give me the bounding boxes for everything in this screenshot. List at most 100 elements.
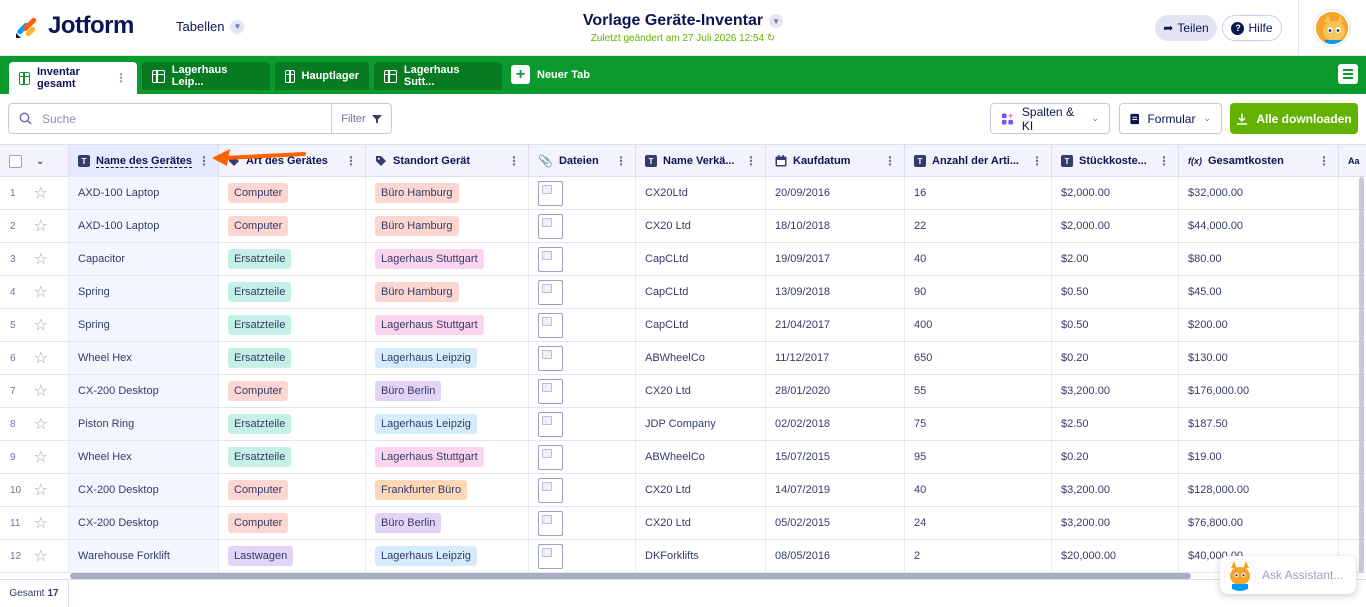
chevron-down-icon[interactable]: ▼: [769, 14, 784, 28]
purchase-date-cell[interactable]: 08/05/2016: [766, 540, 905, 572]
column-options-icon[interactable]: ⋮: [345, 154, 357, 168]
row-number-cell[interactable]: 4 ☆: [0, 276, 69, 308]
location-cell[interactable]: Lagerhaus Leipzig: [366, 408, 529, 440]
broken-image-icon[interactable]: [538, 312, 563, 338]
vendor-cell[interactable]: CX20Ltd: [636, 177, 766, 209]
device-type-cell[interactable]: Ersatzteile: [219, 309, 366, 341]
purchase-date-cell[interactable]: 05/02/2015: [766, 507, 905, 539]
columns-ai-button[interactable]: Spalten & KI ⌄: [990, 103, 1110, 134]
location-cell[interactable]: Büro Hamburg: [366, 276, 529, 308]
star-icon[interactable]: ☆: [34, 447, 48, 467]
vendor-cell[interactable]: ABWheelCo: [636, 441, 766, 473]
unit-cost-cell[interactable]: $2.50: [1052, 408, 1179, 440]
star-icon[interactable]: ☆: [34, 513, 48, 533]
new-tab-button[interactable]: + Neuer Tab: [511, 65, 590, 84]
star-icon[interactable]: ☆: [34, 381, 48, 401]
hamburger-menu-button[interactable]: [1338, 64, 1358, 84]
device-name-cell[interactable]: Spring: [69, 276, 219, 308]
column-options-icon[interactable]: ⋮: [198, 154, 210, 168]
unit-cost-cell[interactable]: $0.50: [1052, 276, 1179, 308]
device-name-cell[interactable]: Wheel Hex: [69, 342, 219, 374]
broken-image-icon[interactable]: [538, 213, 563, 239]
table-row[interactable]: 7 ☆ CX-200 Desktop Computer Büro Berlin …: [0, 375, 1366, 408]
column-header-files[interactable]: 📎 Dateien ⋮: [529, 145, 636, 177]
location-cell[interactable]: Büro Berlin: [366, 507, 529, 539]
column-header-purchase-date[interactable]: Kaufdatum ⋮: [766, 145, 905, 177]
purchase-date-cell[interactable]: 14/07/2019: [766, 474, 905, 506]
purchase-date-cell[interactable]: 21/04/2017: [766, 309, 905, 341]
share-button[interactable]: ➦ Teilen: [1155, 15, 1217, 41]
device-name-cell[interactable]: Warehouse Forklift: [69, 540, 219, 572]
row-number-cell[interactable]: 3 ☆: [0, 243, 69, 275]
select-all-checkbox[interactable]: [9, 154, 22, 168]
table-row[interactable]: 4 ☆ Spring Ersatzteile Büro Hamburg CapC…: [0, 276, 1366, 309]
row-number-cell[interactable]: 10 ☆: [0, 474, 69, 506]
table-row[interactable]: 12 ☆ Warehouse Forklift Lastwagen Lagerh…: [0, 540, 1366, 573]
column-header-extra[interactable]: Aa: [1339, 145, 1366, 177]
total-cost-cell[interactable]: $200.00: [1179, 309, 1339, 341]
row-number-cell[interactable]: 7 ☆: [0, 375, 69, 407]
search-input[interactable]: Suche: [8, 103, 332, 134]
vendor-cell[interactable]: CX20 Ltd: [636, 210, 766, 242]
vendor-cell[interactable]: CapCLtd: [636, 276, 766, 308]
column-options-icon[interactable]: ⋮: [1318, 154, 1330, 168]
quantity-cell[interactable]: 75: [905, 408, 1052, 440]
column-options-icon[interactable]: ⋮: [884, 154, 896, 168]
star-icon[interactable]: ☆: [34, 183, 48, 203]
star-icon[interactable]: ☆: [34, 216, 48, 236]
broken-image-icon[interactable]: [538, 444, 563, 470]
star-icon[interactable]: ☆: [34, 546, 48, 566]
files-cell[interactable]: [529, 309, 636, 341]
device-type-cell[interactable]: Computer: [219, 507, 366, 539]
vendor-cell[interactable]: CapCLtd: [636, 243, 766, 275]
total-cost-cell[interactable]: $80.00: [1179, 243, 1339, 275]
column-options-icon[interactable]: ⋮: [508, 154, 520, 168]
vendor-cell[interactable]: JDP Company: [636, 408, 766, 440]
device-type-cell[interactable]: Ersatzteile: [219, 342, 366, 374]
table-row[interactable]: 5 ☆ Spring Ersatzteile Lagerhaus Stuttga…: [0, 309, 1366, 342]
quantity-cell[interactable]: 40: [905, 474, 1052, 506]
broken-image-icon[interactable]: [538, 180, 563, 206]
device-type-cell[interactable]: Ersatzteile: [219, 408, 366, 440]
purchase-date-cell[interactable]: 15/07/2015: [766, 441, 905, 473]
total-cost-cell[interactable]: $32,000.00: [1179, 177, 1339, 209]
location-cell[interactable]: Büro Berlin: [366, 375, 529, 407]
device-type-cell[interactable]: Ersatzteile: [219, 243, 366, 275]
quantity-cell[interactable]: 55: [905, 375, 1052, 407]
unit-cost-cell[interactable]: $3,200.00: [1052, 375, 1179, 407]
row-number-cell[interactable]: 1 ☆: [0, 177, 69, 209]
device-type-cell[interactable]: Lastwagen: [219, 540, 366, 572]
column-header-quantity[interactable]: T Anzahl der Arti... ⋮: [905, 145, 1052, 177]
table-row[interactable]: 8 ☆ Piston Ring Ersatzteile Lagerhaus Le…: [0, 408, 1366, 441]
column-header-vendor[interactable]: T Name Verkä... ⋮: [636, 145, 766, 177]
row-number-cell[interactable]: 9 ☆: [0, 441, 69, 473]
purchase-date-cell[interactable]: 28/01/2020: [766, 375, 905, 407]
location-cell[interactable]: Lagerhaus Leipzig: [366, 342, 529, 374]
table-row[interactable]: 9 ☆ Wheel Hex Ersatzteile Lagerhaus Stut…: [0, 441, 1366, 474]
total-cost-cell[interactable]: $187.50: [1179, 408, 1339, 440]
vendor-cell[interactable]: ABWheelCo: [636, 342, 766, 374]
broken-image-icon[interactable]: [538, 510, 563, 536]
ask-assistant-button[interactable]: Ask Assistant...: [1220, 556, 1356, 594]
files-cell[interactable]: [529, 408, 636, 440]
vendor-cell[interactable]: CX20 Ltd: [636, 507, 766, 539]
column-options-icon[interactable]: ⋮: [1031, 154, 1043, 168]
form-button[interactable]: Formular ⌄: [1119, 103, 1222, 134]
star-icon[interactable]: ☆: [34, 480, 48, 500]
column-options-icon[interactable]: ⋮: [615, 154, 627, 168]
device-type-cell[interactable]: Ersatzteile: [219, 276, 366, 308]
total-cost-cell[interactable]: $19.00: [1179, 441, 1339, 473]
tab-lagerhaus-leipzig[interactable]: Lagerhaus Leip...: [142, 62, 270, 90]
total-cost-cell[interactable]: $45.00: [1179, 276, 1339, 308]
quantity-cell[interactable]: 90: [905, 276, 1052, 308]
filter-button[interactable]: Filter: [331, 103, 392, 134]
column-header-unit-cost[interactable]: T Stückkoste... ⋮: [1052, 145, 1179, 177]
quantity-cell[interactable]: 95: [905, 441, 1052, 473]
device-name-cell[interactable]: Capacitor: [69, 243, 219, 275]
quantity-cell[interactable]: 400: [905, 309, 1052, 341]
table-row[interactable]: 11 ☆ CX-200 Desktop Computer Büro Berlin…: [0, 507, 1366, 540]
star-icon[interactable]: ☆: [34, 348, 48, 368]
download-all-button[interactable]: Alle downloaden: [1230, 103, 1358, 134]
files-cell[interactable]: [529, 177, 636, 209]
location-cell[interactable]: Büro Hamburg: [366, 210, 529, 242]
